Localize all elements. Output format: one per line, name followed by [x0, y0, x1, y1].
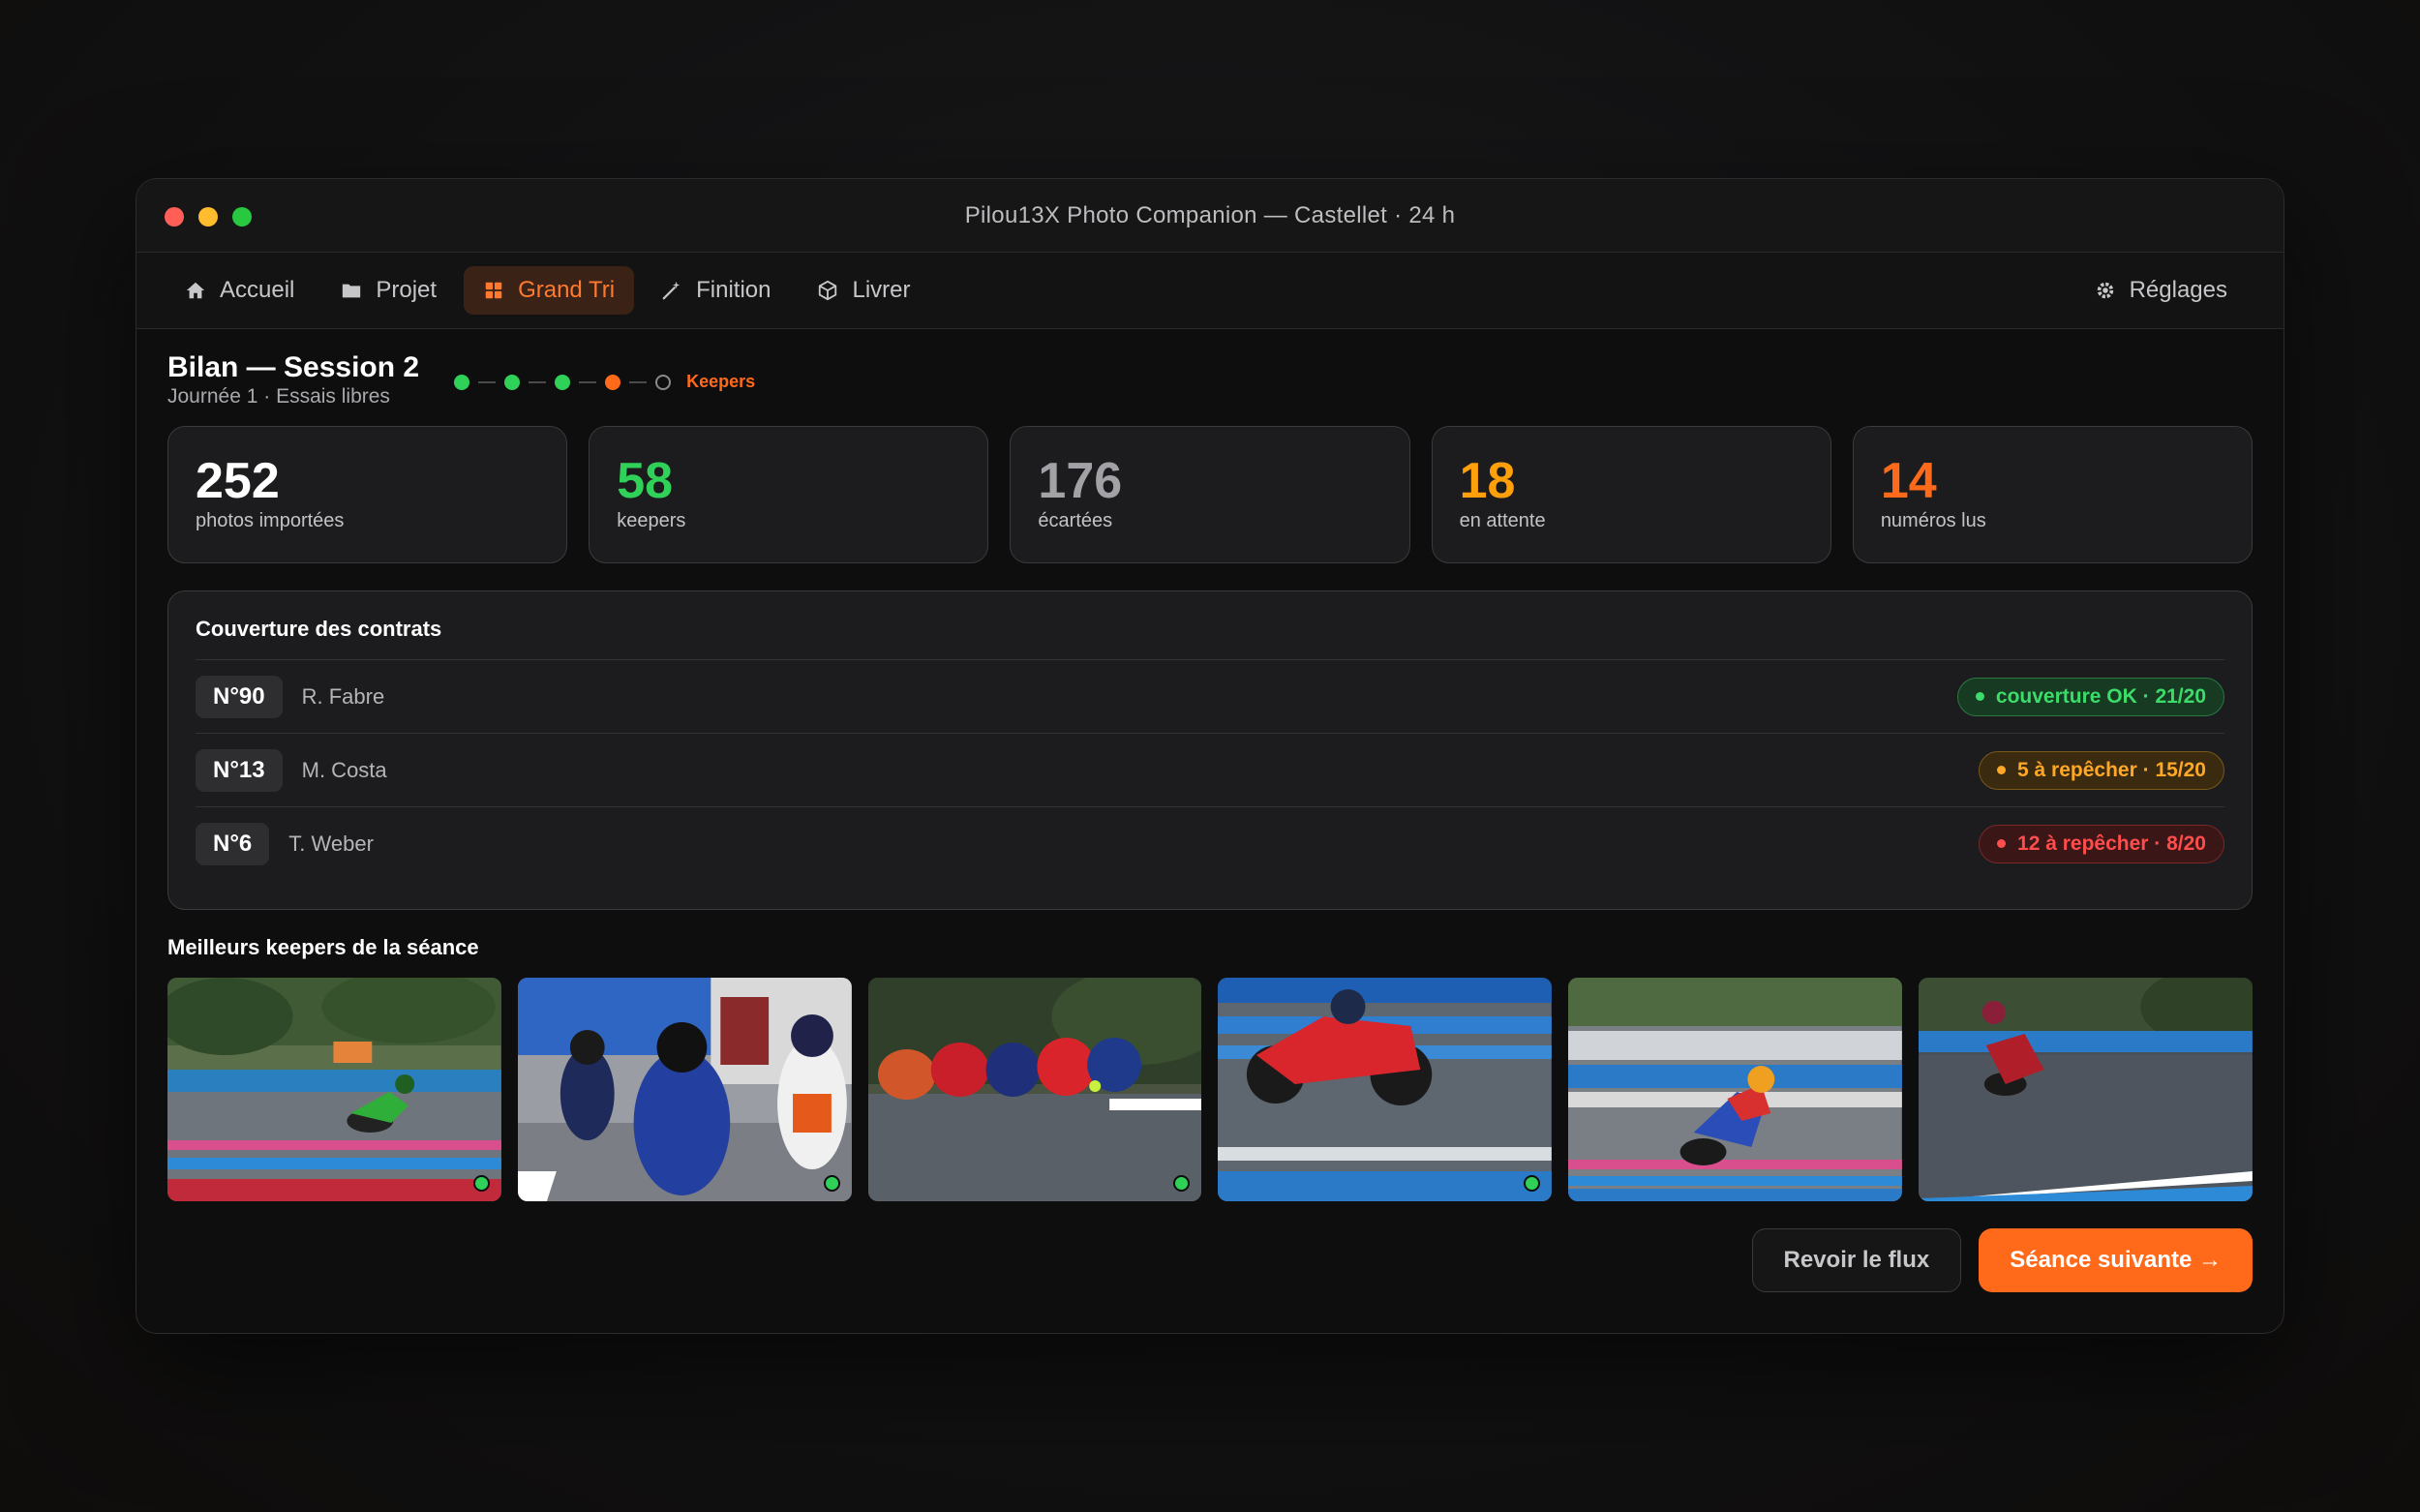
contract-coverage-panel: Couverture des contrats N°90 R. Fabre co…	[167, 590, 2253, 910]
settings-button[interactable]: Réglages	[2075, 266, 2247, 315]
step-dot	[555, 374, 571, 390]
nav-item-grand-tri[interactable]: Grand Tri	[464, 266, 635, 315]
stat-label: écartées	[1038, 510, 1113, 531]
stat-card-pending: 18 en attente	[1431, 426, 1831, 563]
step-dot	[655, 374, 672, 390]
session-header: Bilan — Session 2 Journée 1 · Essais lib…	[167, 350, 2253, 426]
grid-icon	[485, 282, 502, 299]
footer-actions: Revoir le flux Séance suivante →	[167, 1228, 2253, 1292]
keeper-badge	[823, 1175, 840, 1192]
coverage-title: Couverture des contrats	[196, 617, 442, 641]
rider-name: M. Costa	[301, 757, 387, 782]
current-step-label: Keepers	[686, 372, 756, 391]
rider-name: R. Fabre	[301, 683, 385, 709]
coverage-status-badge: 12 à repêcher · 8/20	[1979, 824, 2224, 863]
top-nav: Accueil Projet Grand Tri Finition Livrer…	[136, 253, 2284, 329]
photo-image	[1919, 978, 2253, 1201]
nav-item-label: Accueil	[220, 277, 295, 303]
stat-label: en attente	[1459, 510, 1546, 531]
stat-card-imported: 252 photos importées	[167, 426, 568, 563]
zoom-window-button[interactable]	[232, 207, 252, 227]
keeper-thumbnail[interactable]	[1218, 978, 1553, 1201]
keepers-gallery	[167, 978, 2253, 1201]
keeper-thumbnail[interactable]	[517, 978, 852, 1201]
window-controls	[165, 207, 252, 227]
nav-item-finition[interactable]: Finition	[642, 266, 790, 315]
keeper-badge	[472, 1175, 490, 1192]
close-window-button[interactable]	[165, 207, 184, 227]
stat-value: 18	[1459, 453, 1516, 509]
nav-item-accueil[interactable]: Accueil	[166, 266, 314, 315]
title-bar: Pilou13X Photo Companion — Castellet · 2…	[136, 179, 2284, 253]
folder-icon	[343, 284, 361, 298]
stat-label: photos importées	[196, 510, 345, 531]
app-window: Pilou13X Photo Companion — Castellet · 2…	[136, 178, 2284, 1334]
race-number-badge: N°6	[196, 822, 270, 865]
stats-row: 252 photos importées 58 keepers 176 écar…	[167, 426, 2254, 563]
page-title: Bilan — Session 2	[167, 351, 420, 383]
nav-item-label: Grand Tri	[518, 277, 616, 303]
coverage-row[interactable]: N°90 R. Fabre couverture OK · 21/20	[196, 659, 2224, 733]
coverage-status-badge: 5 à repêcher · 15/20	[1979, 750, 2224, 790]
page-subtitle: Journée 1 · Essais libres	[167, 385, 390, 408]
stat-value: 252	[196, 453, 280, 509]
review-flow-button[interactable]: Revoir le flux	[1751, 1228, 1962, 1292]
stat-label: numéros lus	[1880, 510, 1986, 531]
minimize-window-button[interactable]	[198, 207, 218, 227]
nav-item-projet[interactable]: Projet	[321, 266, 456, 315]
nav-item-label: Projet	[376, 277, 438, 303]
nav-item-label: Livrer	[852, 277, 911, 303]
box-icon	[819, 280, 837, 301]
nav-item-livrer[interactable]: Livrer	[798, 266, 929, 315]
stat-label: keepers	[617, 510, 686, 531]
stat-value: 58	[617, 453, 674, 509]
photo-image	[1568, 978, 1903, 1201]
progress-stepper: Keepers	[454, 372, 755, 392]
coverage-row[interactable]: N°13 M. Costa 5 à repêcher · 15/20	[196, 733, 2224, 806]
window-title: Pilou13X Photo Companion — Castellet · 2…	[964, 201, 1456, 228]
keeper-thumbnail[interactable]	[1919, 978, 2253, 1201]
step-dot	[454, 374, 470, 390]
main-content: Bilan — Session 2 Journée 1 · Essais lib…	[136, 329, 2284, 1292]
settings-label: Réglages	[2129, 277, 2227, 303]
next-session-button[interactable]: Séance suivante →	[1979, 1228, 2253, 1292]
nav-item-label: Finition	[696, 277, 771, 303]
wand-icon	[662, 281, 681, 300]
stat-value: 14	[1880, 453, 1937, 509]
photo-image	[517, 978, 852, 1201]
keeper-thumbnail[interactable]	[867, 978, 1202, 1201]
coverage-row[interactable]: N°6 T. Weber 12 à repêcher · 8/20	[196, 806, 2224, 880]
keepers-section-title: Meilleurs keepers de la séance	[167, 935, 479, 959]
step-dot	[504, 374, 521, 390]
rider-name: T. Weber	[288, 831, 374, 856]
photo-image	[1218, 978, 1553, 1201]
coverage-status-badge: couverture OK · 21/20	[1956, 677, 2224, 716]
stat-value: 176	[1038, 453, 1123, 509]
home-icon	[186, 282, 205, 299]
stat-card-keepers: 58 keepers	[589, 426, 989, 563]
keeper-thumbnail[interactable]	[1568, 978, 1903, 1201]
race-number-badge: N°13	[196, 748, 283, 792]
gear-icon	[2097, 282, 2113, 299]
keeper-thumbnail[interactable]	[167, 978, 501, 1201]
step-dot-current	[605, 374, 621, 390]
stat-card-numbers-read: 14 numéros lus	[1852, 426, 2254, 563]
stat-card-rejected: 176 écartées	[1010, 426, 1410, 563]
photo-image	[167, 978, 501, 1201]
photo-image	[867, 978, 1202, 1201]
race-number-badge: N°90	[196, 675, 283, 718]
